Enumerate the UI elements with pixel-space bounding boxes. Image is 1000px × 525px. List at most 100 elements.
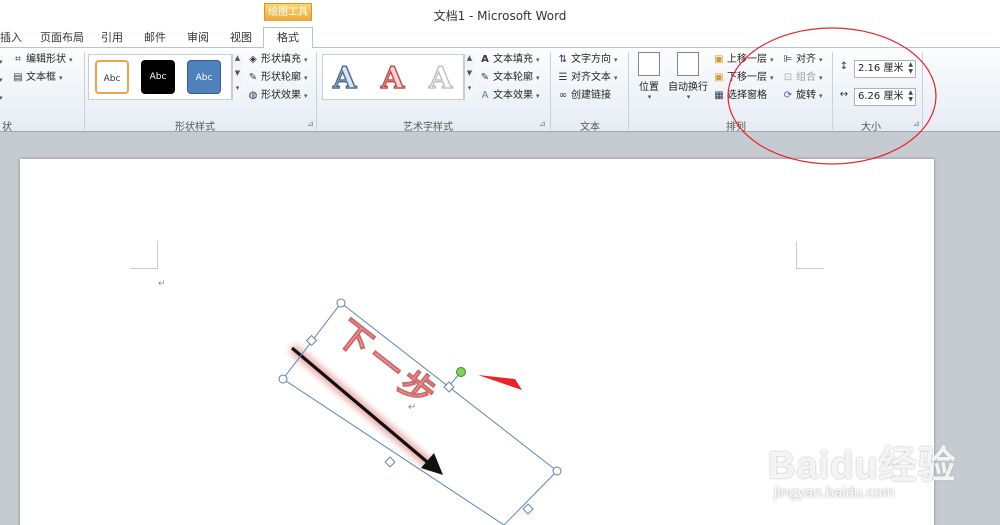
wordart-style-red[interactable]: A (380, 60, 405, 97)
shape-effects-icon: ◍ (248, 90, 258, 101)
left-cut-dropdown-3[interactable]: ▾ (0, 90, 3, 106)
paragraph-mark: ↵ (158, 279, 166, 289)
ribbon: ▾ ▾ ▾ ⌗ 编辑形状 ▾ ▤ 文本框 ▾ 状 Abc Abc Abc ▲ ▼ ▾… (0, 48, 1000, 133)
bring-forward-button[interactable]: ▣ 上移一层 ▾ (713, 52, 773, 68)
tab-format[interactable]: 格式 (263, 27, 313, 49)
tab-references[interactable]: 引用 (99, 28, 125, 48)
width-spinner[interactable]: ▲ ▼ (908, 89, 913, 103)
wordart-style-blue[interactable]: A (332, 60, 357, 97)
pencil-icon: ✎ (248, 72, 258, 83)
send-backward-button[interactable]: ▣ 下移一层 ▾ (713, 70, 773, 86)
wordart-styles-gallery[interactable]: A A A (322, 54, 464, 100)
selection-pane-button[interactable]: ▦ 选择窗格 (713, 88, 767, 104)
text-fill-button[interactable]: A 文本填充 ▾ (479, 52, 539, 68)
shape-width-icon: ↔ (839, 89, 849, 100)
margin-corner-top-left (130, 241, 158, 269)
group-divider (316, 52, 317, 130)
wordart-more[interactable]: ▾ (464, 84, 474, 100)
wordart-styles-launcher-icon[interactable]: ⊿ (539, 119, 546, 128)
text-effects-button[interactable]: A 文本效果 ▾ (479, 88, 540, 104)
tab-view[interactable]: 视图 (228, 28, 254, 48)
text-box-icon: ▤ (13, 72, 23, 83)
shape-style-blue-fill[interactable]: Abc (187, 60, 221, 94)
group-icon: ⊡ (783, 72, 793, 83)
send-backward-label: 下移一层 (727, 72, 767, 83)
position-button[interactable]: 位置 ▾ (634, 52, 664, 101)
drawing-tools-header: 绘图工具 (264, 3, 312, 21)
text-direction-label: 文字方向 (571, 54, 611, 65)
tab-review[interactable]: 审阅 (185, 28, 211, 48)
rotate-button[interactable]: ⟳ 旋转 ▾ (782, 88, 823, 104)
text-direction-button[interactable]: ⇅ 文字方向 ▾ (557, 52, 618, 68)
group-divider (550, 52, 551, 130)
text-box-button[interactable]: ▤ 文本框 ▾ (12, 70, 62, 86)
wordart-scroll-down[interactable]: ▼ (464, 69, 474, 84)
wordart-scroll-up[interactable]: ▲ (464, 54, 474, 69)
tab-insert[interactable]: 插入 (0, 28, 24, 48)
create-link-label: 创建链接 (571, 90, 611, 101)
title-bar: 文档1 - Microsoft Word (0, 0, 1000, 28)
size-group-label: 大小 (861, 122, 881, 133)
shape-outline-label: 形状轮廓 (261, 72, 301, 83)
align-icon: ⊫ (783, 54, 793, 65)
create-link-button[interactable]: ∞ 创建链接 (557, 88, 611, 104)
group-label: 组合 (796, 72, 816, 83)
text-effects-icon: A (481, 90, 489, 101)
shape-outline-button[interactable]: ✎ 形状轮廓 ▾ (247, 70, 308, 86)
wrap-text-label: 自动换行 (668, 82, 708, 93)
text-outline-icon: ✎ (480, 72, 490, 83)
gallery-scroll-down[interactable]: ▼ (232, 69, 242, 84)
paint-bucket-icon: ◈ (249, 54, 257, 65)
shape-width-input[interactable]: 6.26 厘米 ▲ ▼ (854, 88, 916, 106)
insert-shapes-group-label: 状 (2, 122, 12, 133)
tab-page-layout[interactable]: 页面布局 (38, 28, 86, 48)
align-button[interactable]: ⊫ 对齐 ▾ (782, 52, 823, 68)
send-backward-icon: ▣ (714, 72, 724, 83)
align-text-button[interactable]: ☰ 对齐文本 ▾ (557, 70, 618, 86)
shape-style-orange-outline[interactable]: Abc (95, 60, 129, 94)
group-button[interactable]: ⊡ 组合 ▾ (782, 70, 823, 86)
text-effects-label: 文本效果 (493, 90, 533, 101)
position-icon (638, 52, 660, 76)
shape-height-input[interactable]: 2.16 厘米 ▲ ▼ (854, 60, 916, 78)
wordart-style-gray[interactable]: A (428, 60, 452, 97)
edit-shape-label: 编辑形状 (26, 54, 66, 65)
wordart-styles-group-label: 艺术字样式 (403, 122, 453, 133)
margin-corner-top-right (796, 241, 824, 269)
shape-effects-button[interactable]: ◍ 形状效果 ▾ (247, 88, 308, 104)
position-label: 位置 (639, 82, 659, 93)
size-launcher-icon[interactable]: ⊿ (913, 119, 920, 128)
arrange-group-label: 排列 (726, 122, 746, 133)
tab-mailings[interactable]: 邮件 (142, 28, 168, 48)
bring-forward-icon: ▣ (714, 54, 724, 65)
shape-style-black-fill[interactable]: Abc (141, 60, 175, 94)
window-title: 文档1 - Microsoft Word (433, 9, 567, 23)
gallery-more[interactable]: ▾ (232, 84, 242, 100)
text-outline-label: 文本轮廓 (493, 72, 533, 83)
group-divider (628, 52, 629, 130)
text-fill-icon: A (481, 54, 489, 65)
shape-width-value: 6.26 厘米 (858, 91, 904, 102)
wrap-text-button[interactable]: 自动换行 ▾ (667, 52, 709, 101)
align-text-icon: ☰ (558, 72, 568, 83)
align-text-label: 对齐文本 (571, 72, 611, 83)
group-divider (922, 52, 923, 130)
text-box-label: 文本框 (26, 72, 56, 83)
link-icon: ∞ (558, 90, 568, 101)
edit-shape-button[interactable]: ⌗ 编辑形状 ▾ (12, 52, 72, 68)
gallery-scroll-up[interactable]: ▲ (232, 54, 242, 69)
ribbon-tab-row: 插入 页面布局 引用 邮件 审阅 视图 (0, 28, 1000, 48)
shape-styles-launcher-icon[interactable]: ⊿ (307, 119, 314, 128)
left-cut-dropdown[interactable]: ▾ (0, 54, 3, 70)
text-outline-button[interactable]: ✎ 文本轮廓 ▾ (479, 70, 540, 86)
shape-styles-gallery[interactable]: Abc Abc Abc (88, 54, 232, 100)
edit-shape-icon: ⌗ (15, 54, 21, 65)
shape-height-icon: ↕ (839, 61, 849, 72)
left-cut-dropdown-2[interactable]: ▾ (0, 72, 3, 88)
shape-effects-label: 形状效果 (261, 90, 301, 101)
group-divider (832, 52, 833, 130)
shape-fill-button[interactable]: ◈ 形状填充 ▾ (247, 52, 307, 68)
wrap-text-icon (677, 52, 699, 76)
height-spinner[interactable]: ▲ ▼ (908, 61, 913, 75)
shape-styles-group-label: 形状样式 (175, 122, 215, 133)
